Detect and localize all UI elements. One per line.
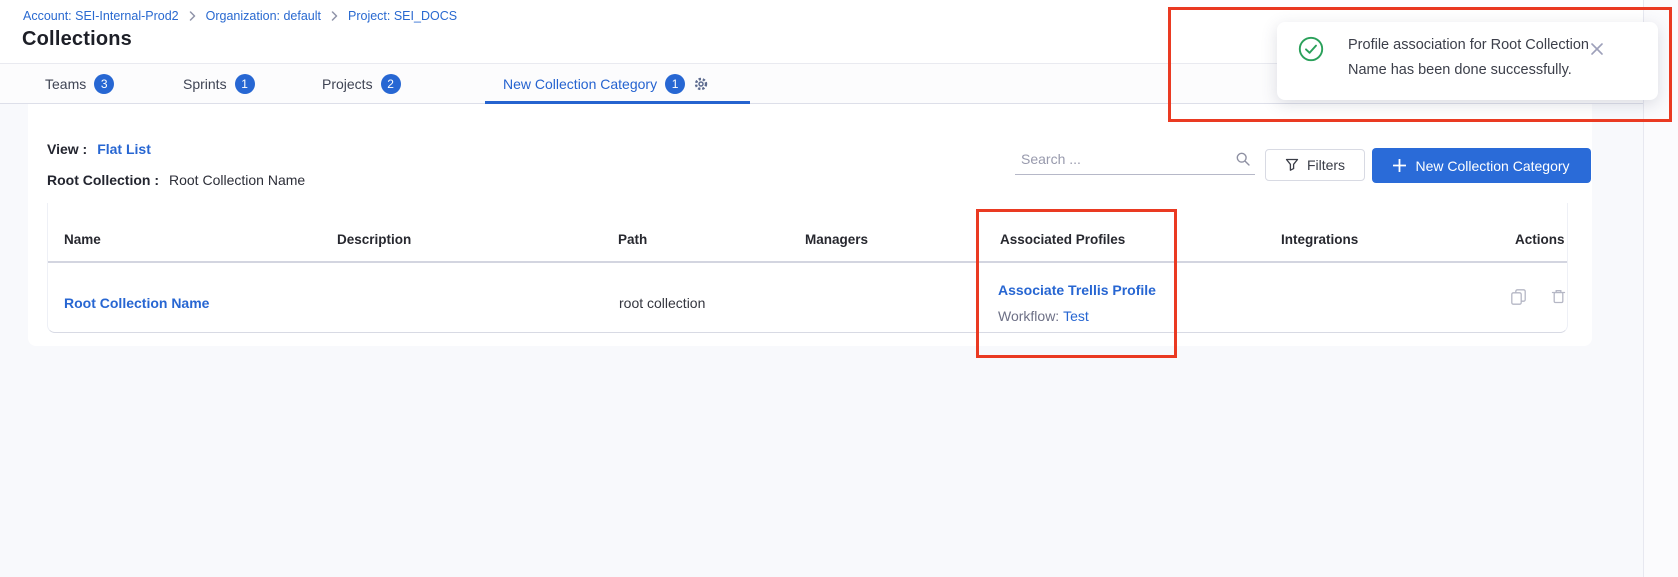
workflow-test-link[interactable]: Test [1063, 308, 1089, 324]
tab-label: Teams [45, 76, 86, 92]
trash-icon[interactable] [1550, 288, 1567, 305]
tab-count-badge: 1 [665, 74, 685, 94]
column-header-associated-profiles: Associated Profiles [1000, 232, 1125, 247]
close-icon[interactable] [1587, 39, 1607, 59]
column-header-integrations: Integrations [1281, 232, 1358, 247]
breadcrumb-project-link[interactable]: Project: SEI_DOCS [348, 9, 457, 23]
filters-button-label: Filters [1307, 157, 1345, 173]
chevron-right-icon [330, 11, 339, 21]
collections-page: Account: SEI-Internal-Prod2 Organization… [0, 0, 1678, 577]
row-path-cell: root collection [619, 295, 705, 311]
tab-count-badge: 1 [235, 74, 255, 94]
filters-button[interactable]: Filters [1265, 149, 1365, 181]
associate-trellis-profile-link[interactable]: Associate Trellis Profile [998, 282, 1156, 298]
filter-funnel-icon [1285, 158, 1299, 172]
view-selector-row: View : Flat List [47, 141, 151, 157]
tab-projects[interactable]: Projects 2 [322, 64, 401, 104]
success-toast: Profile association for Root Collection … [1277, 22, 1658, 100]
breadcrumb-account-link[interactable]: Account: SEI-Internal-Prod2 [23, 9, 179, 23]
tab-new-collection-category[interactable]: New Collection Category 1 [503, 64, 709, 104]
page-title: Collections [22, 28, 132, 51]
root-collection-row: Root Collection : Root Collection Name [47, 172, 305, 188]
breadcrumb-organization-link[interactable]: Organization: default [206, 9, 321, 23]
root-collection-label: Root Collection : [47, 172, 159, 188]
tab-count-badge: 3 [94, 74, 114, 94]
new-collection-category-button-label: New Collection Category [1415, 158, 1569, 174]
gear-icon[interactable] [693, 76, 709, 92]
toast-message: Profile association for Root Collection … [1348, 33, 1596, 83]
tab-count-badge: 2 [381, 74, 401, 94]
row-associated-profiles-cell: Associate Trellis Profile Workflow: Test [998, 277, 1156, 329]
new-collection-category-button[interactable]: New Collection Category [1372, 148, 1591, 183]
tab-label: Sprints [183, 76, 227, 92]
column-header-actions: Actions [1515, 232, 1565, 247]
tab-label: Projects [322, 76, 373, 92]
tab-teams[interactable]: Teams 3 [45, 64, 114, 104]
breadcrumb: Account: SEI-Internal-Prod2 Organization… [23, 9, 457, 23]
workflow-label: Workflow: [998, 308, 1059, 324]
search-icon [1235, 151, 1251, 167]
chevron-right-icon [188, 11, 197, 21]
copy-icon[interactable] [1510, 288, 1527, 305]
column-header-name: Name [64, 232, 101, 247]
row-name-link[interactable]: Root Collection Name [64, 295, 209, 311]
table-header-divider [48, 261, 1567, 263]
column-header-managers: Managers [805, 232, 868, 247]
collections-table: Name Description Path Managers Associate… [47, 203, 1568, 333]
search-input[interactable] [1015, 151, 1235, 171]
view-label: View : [47, 141, 87, 157]
plus-icon [1393, 159, 1406, 172]
root-collection-value: Root Collection Name [169, 172, 305, 188]
view-flat-list-link[interactable]: Flat List [97, 141, 151, 157]
search-box [1015, 148, 1255, 175]
column-header-description: Description [337, 232, 411, 247]
tab-sprints[interactable]: Sprints 1 [183, 64, 255, 104]
column-header-path: Path [618, 232, 647, 247]
tab-label: New Collection Category [503, 76, 657, 92]
check-circle-icon [1298, 36, 1324, 67]
